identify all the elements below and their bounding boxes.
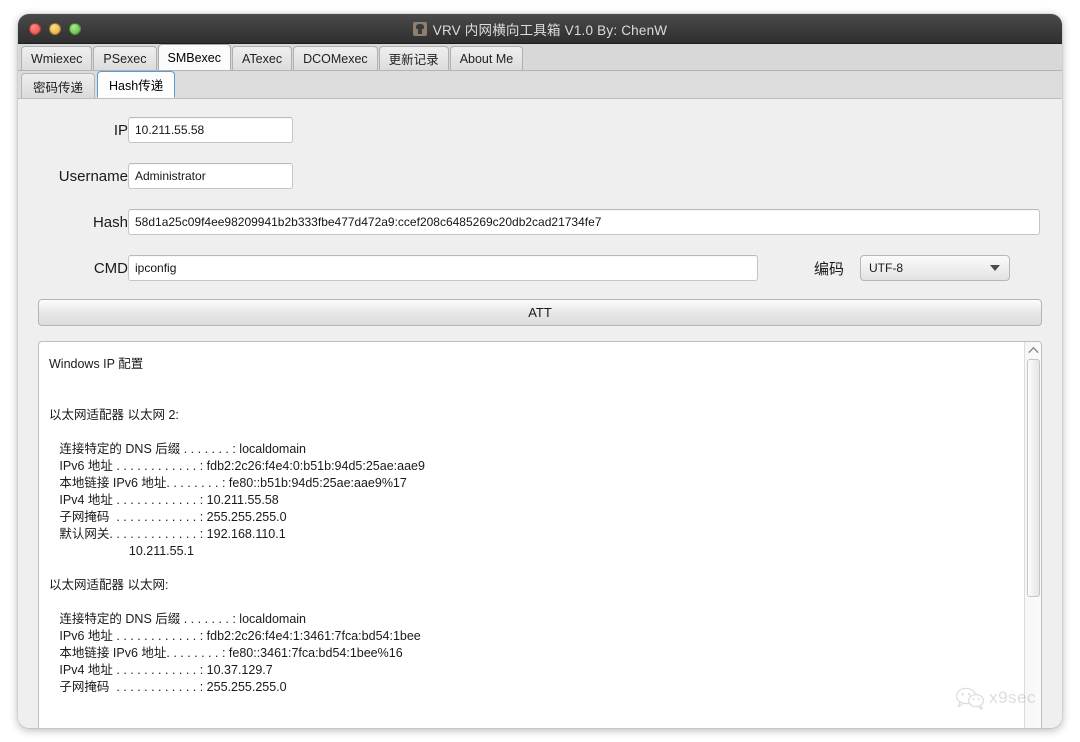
hash-label: Hash [18,214,128,231]
hash-field-row: Hash [18,209,1040,235]
tab-smbexec[interactable]: SMBexec [158,44,232,70]
att-button-label: ATT [528,305,552,320]
window-controls [29,14,81,44]
tab-dcomexec[interactable]: DCOMexec [293,46,378,70]
tab-changelog[interactable]: 更新记录 [379,46,449,70]
main-content: IP Username Hash CMD 编码 UTF-8 ATT Windo [18,99,1062,728]
tab-label: ATexec [242,52,282,66]
tab-label: Wmiexec [31,52,82,66]
scrollbar-thumb[interactable] [1027,359,1040,597]
encoding-selected-value: UTF-8 [869,261,903,275]
ip-field-row: IP [18,117,293,143]
encoding-group: 编码 UTF-8 [814,255,1010,281]
cmd-input[interactable] [128,255,758,281]
tab-label: DCOMexec [303,52,368,66]
tab-about-me[interactable]: About Me [450,46,524,70]
chevron-up-icon[interactable] [1025,342,1041,357]
tab-label: PSexec [103,52,146,66]
output-panel: Windows IP 配置 以太网适配器 以太网 2: 连接特定的 DNS 后缀… [38,341,1042,728]
tab-atexec[interactable]: ATexec [232,46,292,70]
encoding-dropdown[interactable]: UTF-8 [860,255,1010,281]
subtab-label: 密码传递 [33,77,83,96]
tab-label: About Me [460,52,514,66]
title-bar: VRV 内网横向工具箱 V1.0 By: ChenW [18,14,1062,44]
ip-label: IP [18,122,128,139]
tab-label: SMBexec [168,51,222,65]
window-title: VRV 内网横向工具箱 V1.0 By: ChenW [433,19,668,39]
app-window: VRV 内网横向工具箱 V1.0 By: ChenW Wmiexec PSexe… [18,14,1062,728]
subtab-hash-auth[interactable]: Hash传递 [97,71,175,98]
bug-icon [413,22,427,36]
ip-input[interactable] [128,117,293,143]
att-button[interactable]: ATT [38,299,1042,326]
maximize-button[interactable] [69,23,81,35]
cmd-label: CMD [18,260,128,277]
secondary-tab-bar: 密码传递 Hash传递 [18,71,1062,99]
close-button[interactable] [29,23,41,35]
cmd-field-row: CMD [18,255,758,281]
username-label: Username [18,168,128,185]
primary-tab-bar: Wmiexec PSexec SMBexec ATexec DCOMexec 更… [18,44,1062,71]
chevron-down-icon [990,265,1000,271]
output-text[interactable]: Windows IP 配置 以太网适配器 以太网 2: 连接特定的 DNS 后缀… [39,342,1024,728]
output-scrollbar[interactable] [1024,342,1041,728]
username-input[interactable] [128,163,293,189]
tab-psexec[interactable]: PSexec [93,46,156,70]
subtab-password-auth[interactable]: 密码传递 [21,73,95,98]
tab-wmiexec[interactable]: Wmiexec [21,46,92,70]
username-field-row: Username [18,163,293,189]
title-center: VRV 内网横向工具箱 V1.0 By: ChenW [18,19,1062,39]
tab-label: 更新记录 [389,49,439,68]
subtab-label: Hash传递 [109,75,163,94]
minimize-button[interactable] [49,23,61,35]
hash-input[interactable] [128,209,1040,235]
encoding-label: 编码 [814,258,844,279]
